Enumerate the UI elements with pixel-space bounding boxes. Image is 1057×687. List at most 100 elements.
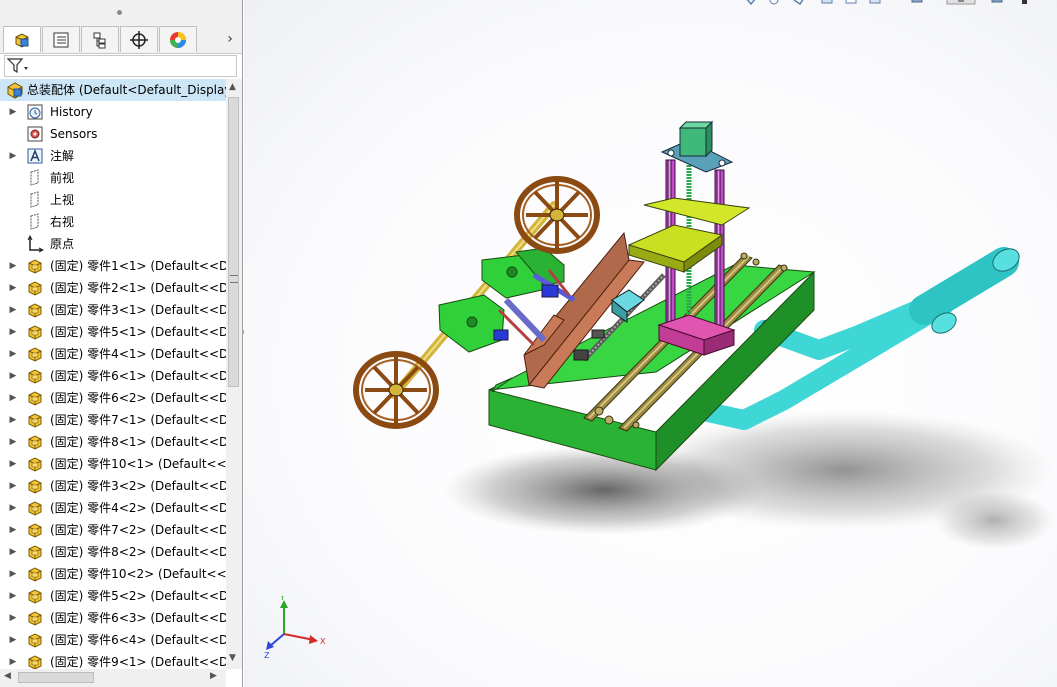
tree-item-label: 上视 [50, 193, 75, 207]
feature-tree: 总装配体 (Default<Default_Display ▶ History … [0, 79, 226, 669]
expand-arrow-icon[interactable]: ▶ [8, 107, 18, 117]
component-item[interactable]: ▶ (固定) 零件6<3> (Default<<De [0, 607, 226, 629]
expand-arrow-icon[interactable]: ▶ [8, 327, 18, 337]
part-icon [28, 303, 42, 318]
expand-arrow-icon[interactable]: ▶ [8, 525, 18, 535]
graphics-area[interactable]: Y X Z [244, 0, 1057, 687]
component-item[interactable]: ▶ (固定) 零件2<1> (Default<<De [0, 277, 226, 299]
tabs-more-chevron-icon[interactable]: › [220, 28, 240, 50]
component-item[interactable]: ▶ (固定) 零件10<2> (Default<<D [0, 563, 226, 585]
expand-arrow-icon[interactable]: ▶ [8, 657, 18, 667]
expand-arrow-icon[interactable]: ▶ [8, 503, 18, 513]
plane-icon [30, 169, 39, 186]
expand-arrow-icon[interactable]: ▶ [8, 305, 18, 315]
tree-item-label: 右视 [50, 215, 75, 229]
panel-grip-handle[interactable] [117, 10, 122, 15]
assembly-icon [7, 82, 23, 99]
tree-root-assembly[interactable]: 总装配体 (Default<Default_Display [0, 79, 226, 101]
assembly-model[interactable] [244, 0, 1057, 687]
filter-funnel-icon[interactable] [6, 57, 30, 75]
component-item[interactable]: ▶ (固定) 零件9<1> (Default<<De [0, 651, 226, 669]
expand-arrow-icon[interactable]: ▶ [8, 371, 18, 381]
part-icon [28, 457, 42, 472]
wheel-front[interactable] [353, 351, 439, 429]
component-item[interactable]: ▶ (固定) 零件3<2> (Default<<De [0, 475, 226, 497]
tree-item-origin[interactable]: 原点 [0, 233, 226, 255]
propertymanager-icon [53, 32, 69, 47]
expand-arrow-icon[interactable]: ▶ [8, 569, 18, 579]
part-icon [28, 413, 42, 428]
triad-y-label: Y [279, 596, 285, 602]
reference-triad: Y X Z [264, 596, 326, 660]
tab-configurationmanager[interactable] [81, 26, 119, 52]
tree-vertical-scrollbar[interactable]: ▲ ▼ [226, 79, 242, 669]
component-item[interactable]: ▶ (固定) 零件3<1> (Default<<De [0, 299, 226, 321]
component-item[interactable]: ▶ (固定) 零件10<1> (Default<<D [0, 453, 226, 475]
hscroll-thumb[interactable] [18, 672, 94, 683]
tab-displaymanager[interactable] [159, 26, 197, 52]
component-item[interactable]: ▶ (固定) 零件5<2> (Default<<De [0, 585, 226, 607]
part-icon [28, 369, 42, 384]
tree-root-label: 总装配体 (Default<Default_Display [27, 83, 226, 97]
filter-input[interactable] [4, 55, 237, 77]
expand-arrow-icon[interactable]: ▶ [8, 349, 18, 359]
featuremanager-icon [15, 32, 29, 48]
part-icon [28, 655, 42, 669]
expand-arrow-icon[interactable]: ▶ [8, 635, 18, 645]
tree-item-sensors[interactable]: Sensors [0, 123, 226, 145]
component-item[interactable]: ▶ (固定) 零件7<1> (Default<<De [0, 409, 226, 431]
part-icon [28, 611, 42, 626]
scroll-down-arrow-icon[interactable]: ▼ [229, 653, 236, 663]
expand-arrow-icon[interactable]: ▶ [8, 261, 18, 271]
model-shadow [934, 490, 1054, 550]
scroll-thumb[interactable] [228, 97, 239, 387]
component-label: (固定) 零件6<1> (Default<<De [50, 369, 226, 383]
tree-item-front-plane[interactable]: 前视 [0, 167, 226, 189]
tab-dimxpert[interactable] [120, 26, 158, 52]
wheel-rear[interactable] [514, 176, 600, 254]
scroll-right-arrow-icon[interactable]: ▶ [210, 671, 217, 681]
tree-item-label: Sensors [50, 127, 98, 141]
part-icon [28, 523, 42, 538]
component-item[interactable]: ▶ (固定) 零件6<2> (Default<<De [0, 387, 226, 409]
part-icon [28, 325, 42, 340]
expand-arrow-icon[interactable]: ▶ [8, 459, 18, 469]
component-label: (固定) 零件6<2> (Default<<De [50, 391, 226, 405]
tab-featuremanager[interactable] [3, 26, 41, 52]
tree-item-annotations[interactable]: ▶ 注解 [0, 145, 226, 167]
tree-item-top-plane[interactable]: 上视 [0, 189, 226, 211]
part-icon [28, 281, 42, 296]
component-item[interactable]: ▶ (固定) 零件7<2> (Default<<De [0, 519, 226, 541]
tree-horizontal-scrollbar[interactable]: ◀ ▶ [0, 669, 226, 687]
component-item[interactable]: ▶ (固定) 零件4<2> (Default<<De [0, 497, 226, 519]
tree-item-history[interactable]: ▶ History [0, 101, 226, 123]
scroll-up-arrow-icon[interactable]: ▲ [229, 82, 236, 92]
tab-propertymanager[interactable] [42, 26, 80, 52]
expand-arrow-icon[interactable]: ▶ [8, 283, 18, 293]
tree-item-right-plane[interactable]: 右视 [0, 211, 226, 233]
component-item[interactable]: ▶ (固定) 零件6<1> (Default<<De [0, 365, 226, 387]
expand-arrow-icon[interactable]: ▶ [8, 481, 18, 491]
component-item[interactable]: ▶ (固定) 零件5<1> (Default<<De [0, 321, 226, 343]
expand-arrow-icon[interactable]: ▶ [8, 591, 18, 601]
component-item[interactable]: ▶ (固定) 零件4<1> (Default<<De [0, 343, 226, 365]
part-icon [28, 633, 42, 648]
component-label: (固定) 零件1<1> (Default<<De [50, 259, 226, 273]
expand-arrow-icon[interactable]: ▶ [8, 151, 18, 161]
expand-arrow-icon[interactable]: ▶ [8, 437, 18, 447]
component-item[interactable]: ▶ (固定) 零件1<1> (Default<<De [0, 255, 226, 277]
expand-arrow-icon[interactable]: ▶ [8, 613, 18, 623]
component-item[interactable]: ▶ (固定) 零件8<2> (Default<<De [0, 541, 226, 563]
component-item[interactable]: ▶ (固定) 零件6<4> (Default<<De [0, 629, 226, 651]
component-label: (固定) 零件2<1> (Default<<De [50, 281, 226, 295]
origin-icon [27, 235, 44, 253]
expand-arrow-icon[interactable]: ▶ [8, 415, 18, 425]
expand-arrow-icon[interactable]: ▶ [8, 547, 18, 557]
tree-item-label: 原点 [50, 237, 75, 251]
lift-platform[interactable] [627, 197, 751, 273]
triad-z-label: Z [264, 651, 270, 660]
component-item[interactable]: ▶ (固定) 零件8<1> (Default<<De [0, 431, 226, 453]
scroll-left-arrow-icon[interactable]: ◀ [4, 671, 11, 681]
expand-arrow-icon[interactable]: ▶ [8, 393, 18, 403]
component-label: (固定) 零件5<2> (Default<<De [50, 589, 226, 603]
